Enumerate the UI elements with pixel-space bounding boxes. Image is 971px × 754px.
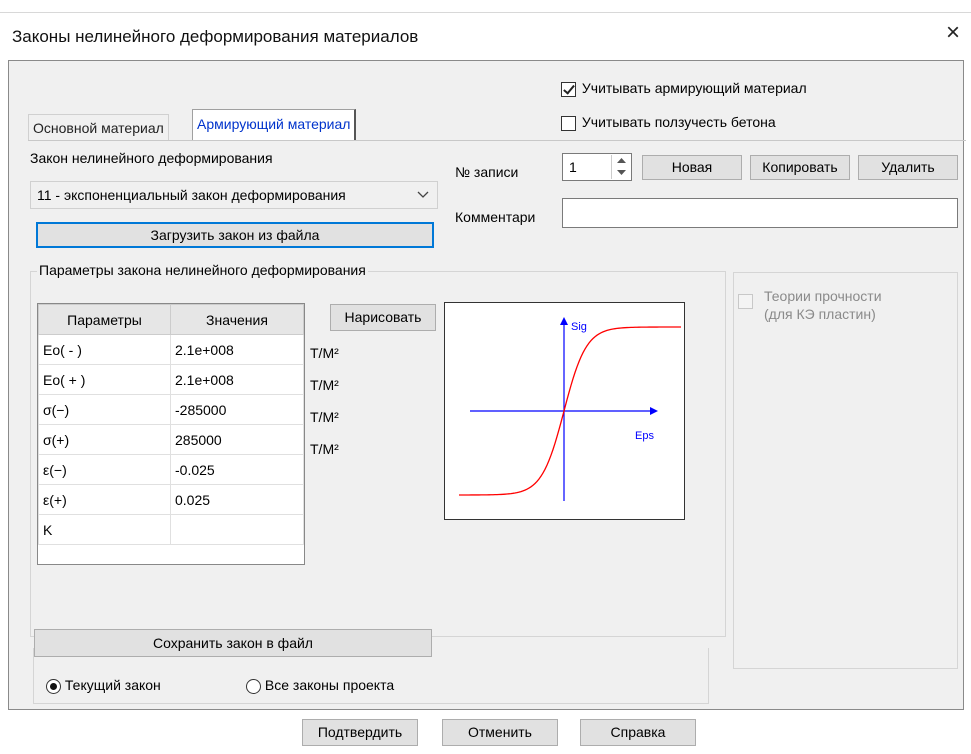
table-row: σ(−) -285000 — [38, 394, 304, 425]
table-header-row: Параметры Значения — [38, 304, 304, 335]
help-button[interactable]: Справка — [580, 719, 696, 746]
params-group-label: Параметры закона нелинейного деформирова… — [37, 262, 368, 278]
delete-record-button[interactable]: Удалить — [858, 155, 958, 180]
param-value[interactable]: 0.025 — [170, 484, 304, 515]
tab-content-border — [28, 140, 966, 141]
param-name: Eo( + ) — [38, 364, 171, 395]
copy-record-button[interactable]: Копировать — [750, 155, 850, 180]
draw-button[interactable]: Нарисовать — [330, 304, 436, 331]
unit-label: Т/М² — [310, 377, 339, 393]
x-axis-label: Eps — [635, 430, 654, 442]
param-name: σ(−) — [38, 394, 171, 425]
table-row: K — [38, 514, 304, 545]
comment-label: Комментари — [455, 209, 536, 225]
checkbox-empty-icon[interactable] — [561, 115, 576, 131]
param-name: K — [38, 514, 171, 545]
params-table-frame: Параметры Значения Eo( - ) 2.1e+008 Eo( +… — [37, 303, 305, 565]
background-window-strip — [0, 0, 971, 13]
consider-creep-checkbox[interactable]: Учитывать ползучесть бетона — [561, 114, 776, 131]
strength-label-line1: Теории прочности — [764, 288, 882, 304]
current-law-label: Текущий закон — [64, 677, 161, 693]
arrow-down-icon[interactable] — [617, 170, 626, 176]
law-select[interactable]: 11 - экспоненциальный закон деформирован… — [30, 181, 438, 209]
params-table: Параметры Значения Eo( - ) 2.1e+008 Eo( +… — [38, 304, 304, 545]
consider-creep-label: Учитывать ползучесть бетона — [581, 114, 776, 130]
comment-field[interactable] — [562, 198, 958, 228]
table-row: Eo( - ) 2.1e+008 — [38, 334, 304, 365]
param-value[interactable]: -285000 — [170, 394, 304, 425]
column-header-param[interactable]: Параметры — [38, 304, 171, 335]
consider-reinforcement-label: Учитывать армирующий материал — [581, 80, 807, 96]
record-number-value: 1 — [569, 159, 577, 175]
strength-label: Теории прочности (для КЭ пластин) — [764, 287, 884, 323]
all-laws-label: Все законы проекта — [264, 677, 395, 693]
param-name: ε(+) — [38, 484, 171, 515]
tab-main-material[interactable]: Основной материал — [28, 114, 169, 140]
all-laws-radio[interactable]: Все законы проекта — [246, 677, 394, 694]
x-axis-arrow-icon — [650, 407, 658, 415]
table-row: σ(+) 285000 — [38, 424, 304, 455]
param-value[interactable]: -0.025 — [170, 454, 304, 485]
param-value[interactable]: 2.1e+008 — [170, 334, 304, 365]
radio-selected-icon[interactable] — [46, 678, 61, 694]
load-law-button[interactable]: Загрузить закон из файла — [36, 222, 434, 248]
window-title: Законы нелинейного деформирования матери… — [12, 27, 419, 46]
param-value[interactable]: 285000 — [170, 424, 304, 455]
current-law-radio[interactable]: Текущий закон — [46, 677, 161, 694]
checkmark-icon[interactable] — [561, 81, 576, 97]
table-row: Eo( + ) 2.1e+008 — [38, 364, 304, 395]
arrow-up-icon[interactable] — [617, 158, 626, 164]
checkbox-disabled-icon[interactable] — [738, 293, 753, 309]
scope-group-box — [33, 648, 709, 704]
unit-label: Т/М² — [310, 409, 339, 425]
param-value[interactable] — [170, 514, 304, 545]
close-button[interactable]: × — [942, 20, 964, 46]
spinner-arrows[interactable] — [611, 155, 631, 179]
table-row: ε(+) 0.025 — [38, 484, 304, 515]
param-value[interactable]: 2.1e+008 — [170, 364, 304, 395]
unit-label: Т/М² — [310, 345, 339, 361]
tab-reinforcing-material[interactable]: Армирующий материал — [192, 109, 357, 140]
y-axis-label: Sig — [571, 321, 587, 333]
param-name: Eo( - ) — [38, 334, 171, 365]
law-selected-value: 11 - экспоненциальный закон деформирован… — [37, 187, 346, 203]
law-label: Закон нелинейного деформирования — [30, 150, 273, 166]
plot-svg: Sig Eps — [458, 317, 682, 501]
new-record-button[interactable]: Новая — [642, 155, 742, 180]
confirm-button[interactable]: Подтвердить — [302, 719, 418, 746]
param-name: σ(+) — [38, 424, 171, 455]
param-name: ε(−) — [38, 454, 171, 485]
radio-empty-icon[interactable] — [246, 678, 261, 694]
deformation-plot: Sig Eps — [444, 302, 685, 520]
unit-label: Т/М² — [310, 441, 339, 457]
record-number-spinner[interactable]: 1 — [562, 153, 632, 181]
consider-reinforcement-checkbox[interactable]: Учитывать армирующий материал — [561, 80, 807, 97]
column-header-value[interactable]: Значения — [170, 304, 304, 335]
strength-checkbox[interactable] — [738, 292, 753, 309]
chevron-down-icon[interactable] — [417, 191, 429, 199]
table-row: ε(−) -0.025 — [38, 454, 304, 485]
cancel-button[interactable]: Отменить — [442, 719, 558, 746]
strength-label-line2: (для КЭ пластин) — [764, 306, 876, 322]
strength-group-box — [733, 272, 958, 669]
y-axis-arrow-icon — [560, 317, 568, 325]
record-number-label: № записи — [455, 164, 519, 180]
